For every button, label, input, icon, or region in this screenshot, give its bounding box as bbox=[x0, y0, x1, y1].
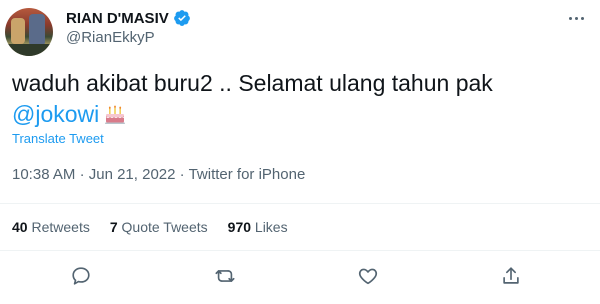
tweet-meta: 10:38 AM · Jun 21, 2022 · Twitter for iP… bbox=[12, 166, 305, 183]
more-options-icon[interactable] bbox=[566, 12, 586, 24]
likes-stat[interactable]: 970 Likes bbox=[228, 219, 288, 235]
tweet-card: RIAN D'MASIV @RianEkkyP waduh akibat bur… bbox=[0, 0, 600, 304]
like-icon[interactable] bbox=[357, 265, 381, 289]
tweet-source[interactable]: Twitter for iPhone bbox=[189, 166, 306, 183]
author-name-row[interactable]: RIAN D'MASIV bbox=[66, 9, 191, 27]
retweets-label: Retweets bbox=[31, 219, 90, 235]
share-icon[interactable] bbox=[500, 265, 524, 289]
mention-link[interactable]: @jokowi bbox=[12, 101, 99, 127]
likes-label: Likes bbox=[254, 219, 288, 235]
divider bbox=[0, 250, 600, 251]
author-handle[interactable]: @RianEkkyP bbox=[66, 29, 155, 46]
meta-separator: · bbox=[179, 166, 189, 183]
author-display-name[interactable]: RIAN D'MASIV bbox=[66, 10, 169, 27]
tweet-time[interactable]: 10:38 AM bbox=[12, 166, 75, 183]
quotes-count: 7 bbox=[109, 219, 118, 235]
reply-icon[interactable] bbox=[70, 265, 94, 289]
meta-separator: · bbox=[79, 166, 89, 183]
tweet-text-line: waduh akibat buru2 .. Selamat ulang tahu… bbox=[12, 70, 493, 96]
retweet-icon[interactable] bbox=[214, 265, 238, 289]
retweets-stat[interactable]: 40 Retweets bbox=[12, 219, 90, 235]
tweet-text: waduh akibat buru2 .. Selamat ulang tahu… bbox=[12, 68, 582, 130]
retweets-count: 40 bbox=[12, 219, 28, 235]
quote-tweets-stat[interactable]: 7 Quote Tweets bbox=[110, 219, 208, 235]
action-bar bbox=[0, 260, 600, 294]
tweet-stats: 40 Retweets 7 Quote Tweets 970 Likes bbox=[12, 219, 308, 235]
tweet-date[interactable]: Jun 21, 2022 bbox=[89, 166, 176, 183]
verified-badge-icon bbox=[173, 9, 191, 27]
translate-tweet-link[interactable]: Translate Tweet bbox=[12, 131, 104, 146]
birthday-cake-emoji bbox=[103, 102, 127, 126]
likes-count: 970 bbox=[227, 219, 252, 235]
divider bbox=[0, 203, 600, 204]
avatar[interactable] bbox=[5, 8, 53, 56]
quotes-label: Quote Tweets bbox=[121, 219, 208, 235]
